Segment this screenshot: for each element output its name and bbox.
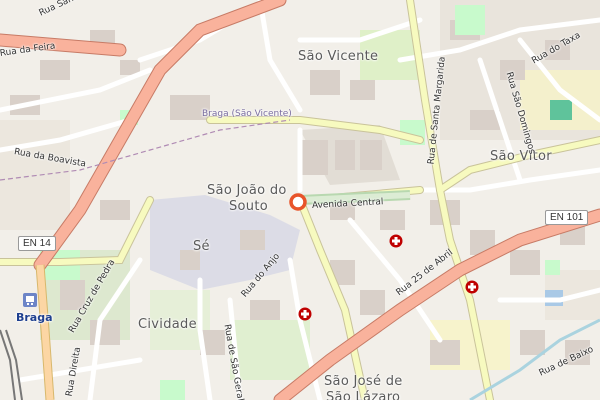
- place-label-sao-jose-line2: São Lázaro: [326, 390, 401, 400]
- place-label-sao-jose-line1: São José de: [324, 374, 403, 389]
- map-canvas[interactable]: São Vicente São Vítor São João do Souto …: [0, 0, 600, 400]
- place-label-se: Sé: [193, 239, 210, 254]
- road-shield-en14: EN 14: [18, 236, 56, 251]
- place-label-sao-joao-line1: São João do: [207, 183, 287, 198]
- place-label-sao-vicente: São Vicente: [298, 49, 379, 64]
- place-label-cividade: Cividade: [138, 317, 197, 332]
- place-label-sao-joao-line2: Souto: [229, 199, 268, 214]
- place-label-sao-vitor: São Vítor: [490, 149, 552, 164]
- station-label-braga: Braga: [16, 311, 53, 324]
- boundary-label-braga-sao-vicente: Braga (São Vicente): [202, 109, 292, 119]
- road-shield-en101: EN 101: [545, 210, 589, 225]
